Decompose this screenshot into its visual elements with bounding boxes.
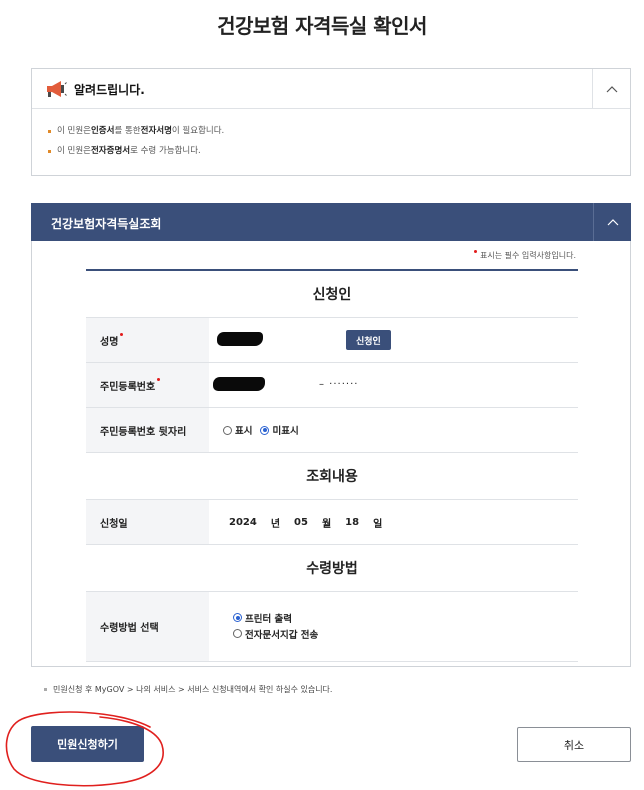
name-value: 신청인 [209, 318, 578, 362]
chevron-up-icon [607, 219, 618, 226]
bullet-icon [44, 688, 47, 691]
radio-icon[interactable] [233, 629, 242, 638]
row-rrn-back: 주민등록번호 뒷자리 표시 미표시 [86, 408, 578, 453]
redaction-mark [217, 332, 263, 346]
applicant-button[interactable]: 신청인 [346, 330, 391, 350]
notice-header[interactable]: 알려드립니다. [32, 69, 630, 109]
radio-hide[interactable]: 미표시 [260, 423, 299, 437]
notice-panel: 알려드립니다. 이 민원은 인증서 를 통한 전자서명 이 필요합니다. 이 민원은… [31, 68, 631, 176]
section-header[interactable]: 건강보험자격득실조회 [31, 203, 631, 241]
field-label: 성명 [86, 318, 209, 362]
redaction-mark [213, 377, 265, 391]
required-marker-icon [157, 377, 161, 381]
notice-item: 이 민원은 전자증명서 로 수령 가능합니다. [48, 141, 630, 161]
inquiry-section: 건강보험자격득실조회 표시는 필수 입력사항입니다. 신청인 성명 신청인 주민… [31, 203, 631, 667]
rrn-back-options: 표시 미표시 [209, 408, 578, 452]
notice-item: 이 민원은 인증서 를 통한 전자서명 이 필요합니다. [48, 121, 630, 141]
radio-selected-icon[interactable] [233, 613, 242, 622]
notice-collapse-toggle[interactable] [592, 69, 630, 109]
megaphone-icon [47, 81, 67, 97]
row-date: 신청일 2024 년 05 월 18 일 [86, 500, 578, 545]
radio-selected-icon[interactable] [260, 425, 270, 435]
required-note: 표시는 필수 입력사항입니다. [474, 250, 576, 261]
row-name: 성명 신청인 [86, 318, 578, 363]
section-title: 건강보험자격득실조회 [51, 217, 162, 231]
group-title-receipt: 수령방법 [86, 545, 578, 592]
cancel-button[interactable]: 취소 [517, 727, 631, 762]
notice-title: 알려드립니다. [74, 83, 145, 97]
radio-show[interactable]: 표시 [223, 423, 252, 437]
receipt-options: 프린터 출력 전자문서지갑 전송 [209, 592, 578, 661]
footer-note: 민원신청 후 MyGOV > 나의 서비스 > 서비스 신청내역에서 확인 하실… [44, 684, 332, 695]
date-value: 2024 년 05 월 18 일 [209, 500, 578, 544]
form-table: 신청인 성명 신청인 주민등록번호 – ······· 주민등록번호 뒷자리 표… [86, 269, 578, 662]
field-label: 주민등록번호 [86, 363, 209, 407]
rrn-value: – ······· [209, 363, 578, 407]
rrn-masked: – ······· [319, 379, 359, 390]
field-label: 주민등록번호 뒷자리 [86, 408, 209, 452]
group-title-applicant: 신청인 [86, 271, 578, 318]
bullet-icon [48, 129, 51, 133]
field-label: 신청일 [86, 500, 209, 544]
required-marker-icon [474, 250, 478, 253]
application-date: 2024 년 05 월 18 일 [229, 516, 383, 530]
section-collapse-toggle[interactable] [593, 203, 631, 241]
chevron-up-icon [606, 86, 617, 93]
submit-application-button[interactable]: 민원신청하기 [31, 726, 144, 762]
row-receipt: 수령방법 선택 프린터 출력 전자문서지갑 전송 [86, 592, 578, 662]
radio-icon[interactable] [223, 425, 232, 435]
notice-list: 이 민원은 인증서 를 통한 전자서명 이 필요합니다. 이 민원은 전자증명서 로 … [32, 109, 630, 161]
field-label: 수령방법 선택 [86, 592, 209, 661]
bullet-icon [48, 149, 51, 153]
radio-printer[interactable]: 프린터 출력 [233, 611, 292, 625]
required-marker-icon [120, 332, 124, 336]
page-title: 건강보험 자격득실 확인서 [217, 14, 427, 38]
row-rrn: 주민등록번호 – ······· [86, 363, 578, 408]
radio-e-wallet[interactable]: 전자문서지갑 전송 [233, 627, 318, 641]
group-title-inquiry: 조회내용 [86, 453, 578, 500]
